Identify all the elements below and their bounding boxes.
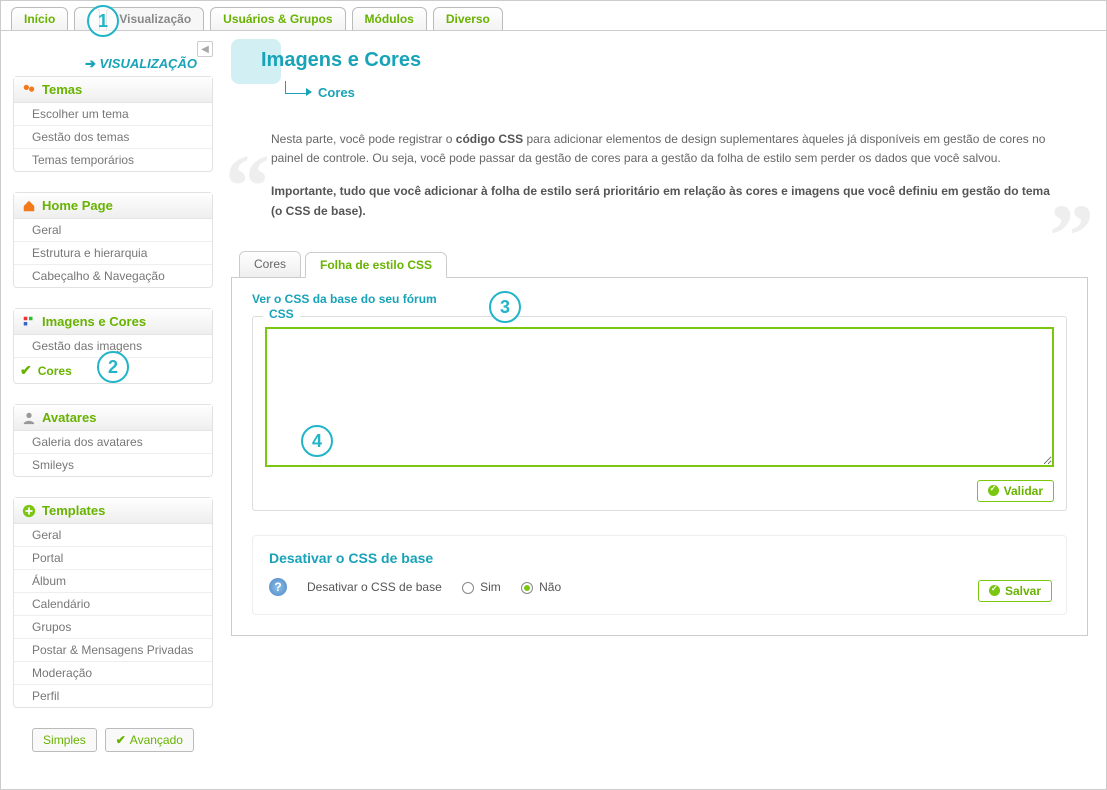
tab-cores[interactable]: Cores [239, 251, 301, 277]
sidebar-item[interactable]: Geral [14, 219, 212, 242]
sidebar-section: TemasEscolher um temaGestão dos temasTem… [13, 76, 213, 172]
mode-simple-button[interactable]: Simples [32, 728, 97, 752]
check-icon [989, 585, 1000, 596]
sidebar-item[interactable]: Moderação [14, 662, 212, 685]
sidebar-header[interactable]: Templates [14, 498, 212, 524]
sidebar-item[interactable]: Estrutura e hierarquia [14, 242, 212, 265]
sidebar-item[interactable]: Temas temporários [14, 149, 212, 171]
radio-yes[interactable]: Sim [462, 580, 501, 594]
page-subtitle: Cores [318, 85, 355, 100]
sidebar-item[interactable]: Escolher um tema [14, 103, 212, 126]
sub-arrow-icon [285, 84, 312, 100]
help-icon[interactable]: ? [269, 578, 287, 596]
avatar-icon [22, 411, 36, 425]
sidebar-section: TemplatesGeralPortalÁlbumCalendárioGrupo… [13, 497, 213, 708]
check-icon: ✔ [20, 362, 32, 379]
sub-tabs: Cores Folha de estilo CSS [231, 251, 1088, 278]
sidebar-item[interactable]: Galeria dos avatares [14, 431, 212, 454]
top-tab-3[interactable]: Usuários & Grupos [210, 7, 345, 30]
css-input[interactable] [265, 327, 1054, 467]
sidebar-item[interactable]: Gestão das imagens [14, 335, 212, 358]
top-tab-0[interactable]: Início [11, 7, 68, 30]
css-fieldset: CSS Validar [252, 316, 1067, 511]
main-panel: Imagens e Cores Cores “ Nesta parte, voc… [221, 31, 1106, 787]
sidebar-item[interactable]: ✔Cores [14, 358, 212, 383]
sidebar-header[interactable]: Avatares [14, 405, 212, 431]
deactivate-panel: Desativar o CSS de base ? Desativar o CS… [252, 535, 1067, 615]
sidebar-item[interactable]: Portal [14, 547, 212, 570]
sidebar-section: Imagens e CoresGestão das imagens✔Cores [13, 308, 213, 384]
sidebar-item[interactable]: Smileys [14, 454, 212, 476]
nav-back-icon[interactable]: ◀ [197, 41, 213, 57]
sidebar: ◀ ➔ VISUALIZAÇÃO TemasEscolher um temaGe… [1, 31, 221, 787]
deactivate-label: Desativar o CSS de base [307, 580, 442, 594]
sidebar-item[interactable]: Grupos [14, 616, 212, 639]
plus-icon [22, 504, 36, 518]
tab-css[interactable]: Folha de estilo CSS [305, 252, 447, 278]
sidebar-section: Home PageGeralEstrutura e hierarquiaCabe… [13, 192, 213, 288]
intro-text: “ Nesta parte, você pode registrar o cód… [231, 130, 1088, 221]
sidebar-header[interactable]: Imagens e Cores [14, 309, 212, 335]
sidebar-item[interactable]: Perfil [14, 685, 212, 707]
mode-advanced-button[interactable]: ✔Avançado [105, 728, 194, 752]
check-icon [988, 485, 999, 496]
sidebar-item[interactable]: Postar & Mensagens Privadas [14, 639, 212, 662]
radio-no[interactable]: Não [521, 580, 561, 594]
sidebar-item[interactable]: Calendário [14, 593, 212, 616]
deactivate-title: Desativar o CSS de base [269, 550, 1050, 566]
top-tab-1[interactable] [74, 7, 100, 30]
sidebar-section: AvataresGaleria dos avataresSmileys [13, 404, 213, 477]
top-tab-5[interactable]: Diverso [433, 7, 503, 30]
people-icon [22, 83, 36, 97]
save-button[interactable]: Salvar [978, 580, 1052, 602]
quote-close-icon: ” [1049, 214, 1094, 259]
sidebar-header[interactable]: Temas [14, 77, 212, 103]
sidebar-item[interactable]: Álbum [14, 570, 212, 593]
sidebar-header[interactable]: Home Page [14, 193, 212, 219]
home-icon [22, 199, 36, 213]
palette-icon [22, 315, 36, 329]
page-title: Imagens e Cores [261, 49, 1088, 72]
quote-open-icon: “ [225, 164, 270, 209]
sidebar-item[interactable]: Gestão dos temas [14, 126, 212, 149]
sidebar-item[interactable]: Geral [14, 524, 212, 547]
view-base-css-link[interactable]: Ver o CSS da base do seu fórum [252, 292, 1067, 306]
arrow-right-icon: ➔ [85, 56, 96, 71]
css-panel: Ver o CSS da base do seu fórum CSS Valid… [231, 278, 1088, 636]
validate-button[interactable]: Validar [977, 480, 1054, 502]
top-tab-2[interactable]: Visualização [106, 7, 204, 30]
sidebar-item[interactable]: Cabeçalho & Navegação [14, 265, 212, 287]
top-tabs: Início Visualização Usuários & Grupos Módul… [1, 1, 1106, 31]
css-legend: CSS [263, 307, 300, 321]
breadcrumb: VISUALIZAÇÃO [100, 56, 198, 71]
top-tab-4[interactable]: Módulos [352, 7, 427, 30]
